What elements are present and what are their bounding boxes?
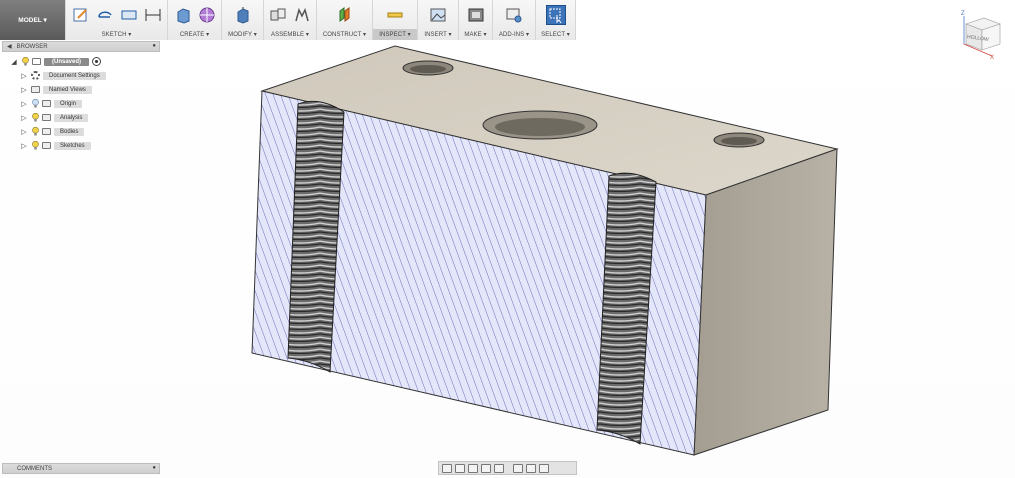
tree-item-label: Named Views — [43, 85, 92, 94]
construct-menu[interactable]: CONSTRUCT ▾ — [317, 29, 372, 40]
panel-pin-icon[interactable]: ● — [152, 43, 156, 49]
folder-icon — [42, 128, 51, 135]
joint-icon[interactable] — [292, 5, 312, 25]
scripts-icon[interactable] — [504, 5, 524, 25]
folder-icon — [42, 142, 51, 149]
expand-right-icon[interactable]: ▷ — [20, 100, 28, 108]
assemble-group: ASSEMBLE ▾ — [264, 0, 317, 40]
pan-icon[interactable] — [468, 463, 478, 473]
make-group: MAKE ▾ — [459, 0, 493, 40]
tree-item-sketches[interactable]: ▷ Sketches — [20, 140, 91, 151]
tree-item-label: Origin — [54, 99, 83, 108]
insert-group: INSERT ▾ — [418, 0, 459, 40]
select-group: SELECT ▾ — [536, 0, 576, 40]
tree-root[interactable]: ◢ (Unsaved) — [10, 56, 102, 67]
tree-item-analysis[interactable]: ▷ Analysis — [20, 112, 89, 123]
workspace-label: MODEL ▾ — [18, 17, 47, 24]
tree-item-bodies[interactable]: ▷ Bodies — [20, 126, 85, 137]
browser-header[interactable]: ◀ BROWSER ● — [2, 41, 160, 52]
gear-icon — [31, 71, 40, 80]
viewports-icon[interactable] — [539, 463, 549, 473]
extrude-icon[interactable] — [173, 5, 193, 25]
assemble-menu[interactable]: ASSEMBLE ▾ — [264, 29, 316, 40]
x-axis-label: X — [990, 55, 994, 60]
lightbulb-icon[interactable] — [31, 141, 39, 150]
tree-root-label: (Unsaved) — [44, 57, 90, 66]
folder-icon — [42, 114, 51, 121]
comments-title: COMMENTS — [17, 465, 52, 472]
expand-down-icon[interactable]: ◢ — [10, 58, 18, 66]
3d-print-icon[interactable] — [466, 5, 486, 25]
3d-viewport[interactable] — [240, 44, 850, 460]
tree-item-label: Document Settings — [43, 71, 106, 80]
tree-item-named-views[interactable]: ▷ Named Views — [20, 84, 92, 95]
expand-right-icon[interactable]: ▷ — [20, 128, 28, 136]
z-axis-label: Z — [961, 11, 965, 17]
display-settings-icon[interactable] — [513, 463, 523, 473]
comments-header[interactable]: COMMENTS ● — [2, 463, 160, 474]
document-icon — [32, 58, 41, 65]
orbit-icon[interactable] — [442, 463, 452, 473]
top-hole-right-inner — [721, 137, 757, 145]
tree-item-document-settings[interactable]: ▷ Document Settings — [20, 70, 106, 81]
folder-icon — [42, 100, 51, 107]
rectangle-icon[interactable] — [119, 5, 139, 25]
look-at-icon[interactable] — [455, 463, 465, 473]
expand-right-icon[interactable]: ▷ — [20, 142, 28, 150]
create-group: CREATE ▾ — [168, 0, 222, 40]
top-hole-left-inner — [410, 65, 446, 73]
panel-pin-icon[interactable]: ● — [152, 465, 156, 471]
modify-menu[interactable]: MODIFY ▾ — [222, 29, 263, 40]
modify-group: MODIFY ▾ — [222, 0, 264, 40]
zoom-icon[interactable] — [481, 463, 491, 473]
lightbulb-icon[interactable] — [31, 127, 39, 136]
inspect-group: INSPECT ▾ — [373, 0, 418, 40]
line-icon[interactable] — [95, 5, 115, 25]
lightbulb-icon[interactable] — [31, 113, 39, 122]
make-menu[interactable]: MAKE ▾ — [459, 29, 492, 40]
offset-plane-icon[interactable] — [335, 5, 355, 25]
create-sketch-icon[interactable] — [71, 5, 91, 25]
select-icon[interactable] — [545, 4, 566, 25]
expand-right-icon[interactable]: ▷ — [20, 72, 28, 80]
dimension-icon[interactable] — [143, 5, 163, 25]
inspect-menu[interactable]: INSPECT ▾ — [373, 29, 417, 40]
lightbulb-off-icon[interactable] — [31, 99, 39, 108]
browser-title: BROWSER — [16, 43, 48, 50]
new-component-icon[interactable] — [268, 5, 288, 25]
view-cube[interactable]: HOLLOW Z X — [958, 8, 1008, 60]
addins-group: ADD-INS ▾ — [493, 0, 536, 40]
navigation-bar — [438, 461, 577, 475]
fit-icon[interactable] — [494, 463, 504, 473]
sketch-menu[interactable]: SKETCH ▾ — [66, 29, 167, 40]
create-menu[interactable]: CREATE ▾ — [168, 29, 221, 40]
insert-menu[interactable]: INSERT ▾ — [418, 29, 458, 40]
construct-group: CONSTRUCT ▾ — [317, 0, 373, 40]
workspace-switcher[interactable]: MODEL ▾ — [0, 0, 66, 40]
block-side-face[interactable] — [693, 148, 838, 456]
collapse-arrow-icon[interactable]: ◀ — [7, 43, 12, 50]
expand-right-icon[interactable]: ▷ — [20, 86, 28, 94]
lightbulb-icon[interactable] — [21, 57, 29, 66]
toolbar: MODEL ▾ SKETCH ▾ CREATE ▾ MODIFY ▾ ASSEM… — [0, 0, 576, 40]
grid-settings-icon[interactable] — [526, 463, 536, 473]
tree-item-label: Sketches — [54, 141, 91, 150]
tree-item-label: Analysis — [54, 113, 89, 122]
select-menu[interactable]: SELECT ▾ — [536, 29, 575, 40]
counterbore-hole-inner — [495, 118, 585, 136]
tree-item-label: Bodies — [54, 127, 85, 136]
sketch-group: SKETCH ▾ — [66, 0, 168, 40]
radio-activate-icon[interactable] — [92, 57, 102, 66]
insert-image-icon[interactable] — [428, 5, 448, 25]
addins-menu[interactable]: ADD-INS ▾ — [493, 29, 535, 40]
expand-right-icon[interactable]: ▷ — [20, 114, 28, 122]
form-icon[interactable] — [197, 5, 217, 25]
tree-item-origin[interactable]: ▷ Origin — [20, 98, 83, 109]
press-pull-icon[interactable] — [233, 5, 253, 25]
folder-icon — [31, 86, 40, 93]
measure-icon[interactable] — [385, 5, 405, 25]
